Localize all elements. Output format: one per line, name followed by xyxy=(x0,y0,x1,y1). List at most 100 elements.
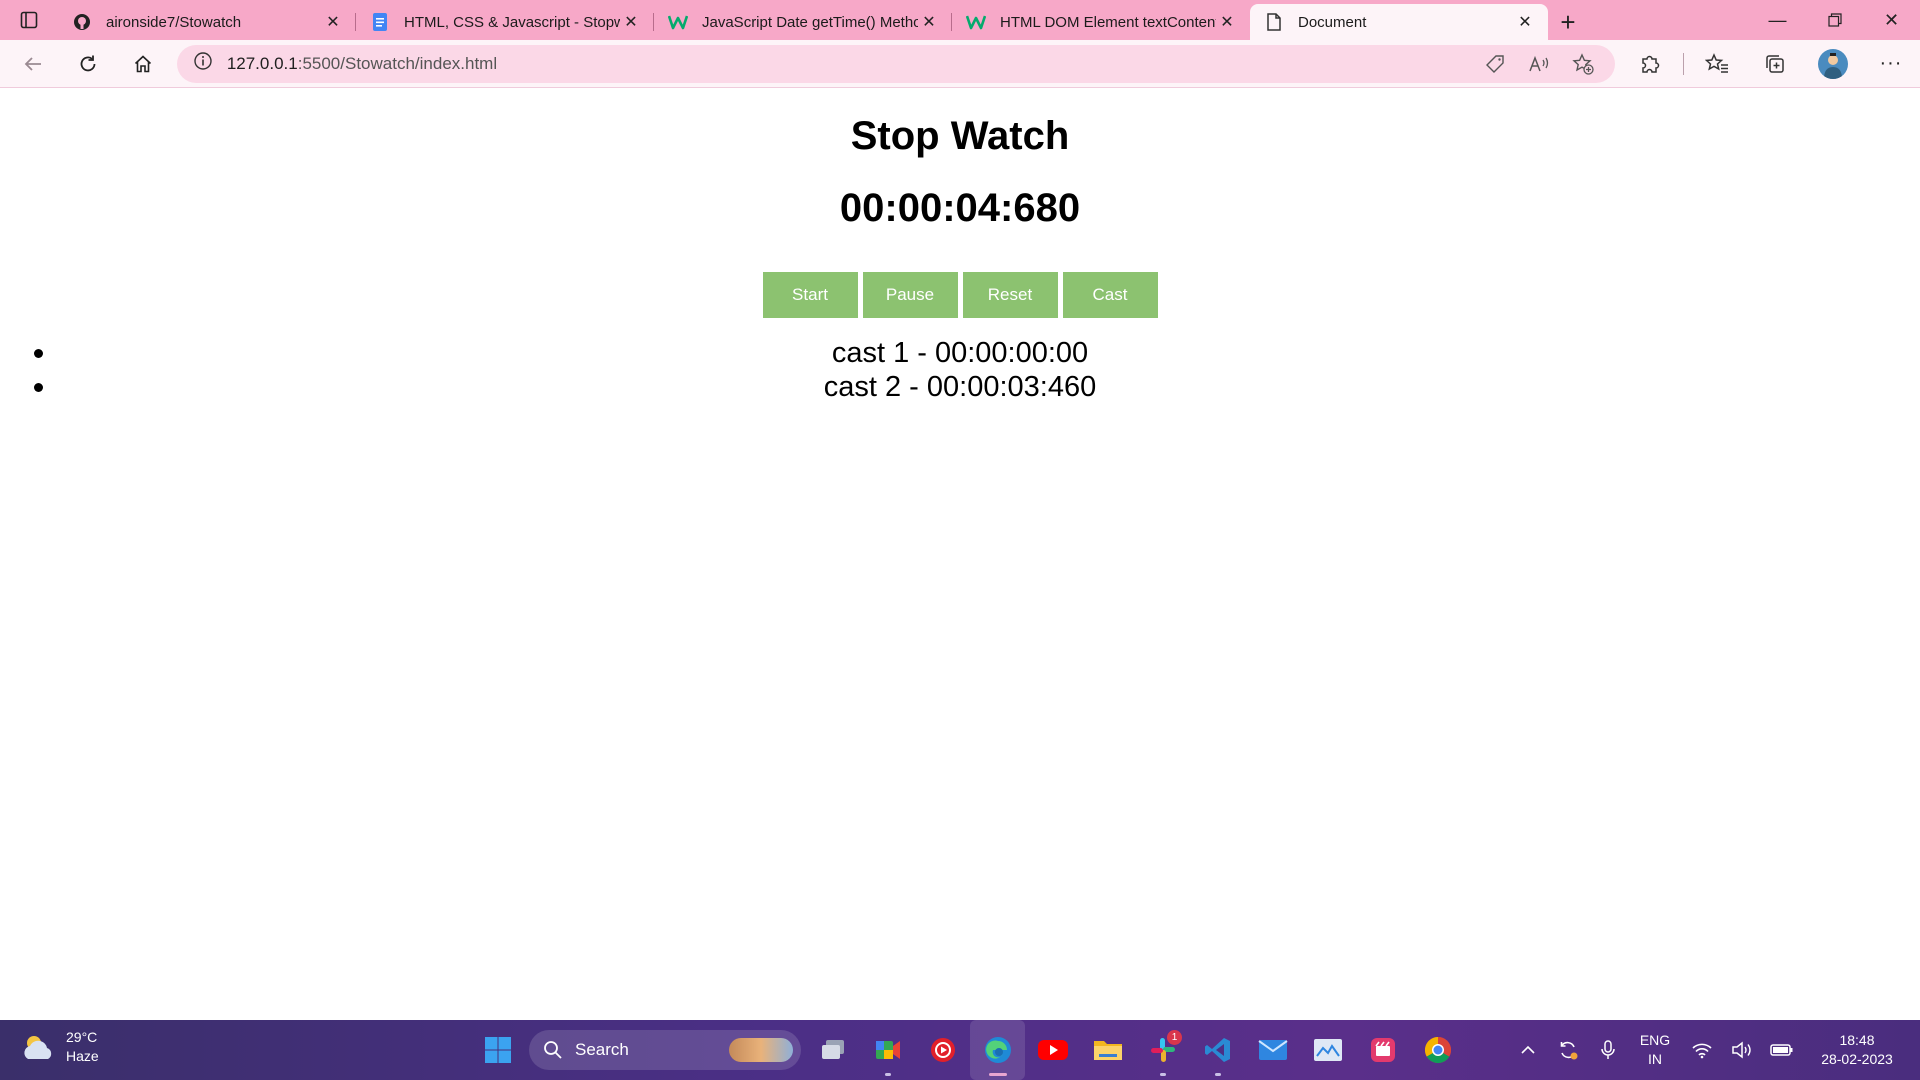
add-favorite-icon[interactable] xyxy=(1561,48,1605,80)
tab-google-docs[interactable]: HTML, CSS & Javascript - Stopwatch ✕ xyxy=(356,4,654,40)
restore-button[interactable] xyxy=(1806,0,1863,40)
reset-button[interactable]: Reset xyxy=(962,272,1058,318)
running-indicator xyxy=(988,1073,1007,1076)
search-highlight-image xyxy=(729,1038,793,1062)
toolbar-right: ··· xyxy=(1621,44,1920,84)
home-button[interactable] xyxy=(121,46,165,82)
cast-entry: cast 1 - 00:00:00:00 xyxy=(831,337,1089,369)
taskbar-file-explorer[interactable] xyxy=(1080,1020,1135,1080)
wifi-button[interactable] xyxy=(1682,1020,1722,1080)
toolbar-divider xyxy=(1682,52,1684,75)
search-icon xyxy=(544,1041,562,1059)
puzzle-icon xyxy=(1642,55,1660,73)
taskbar-clipchamp[interactable] xyxy=(1355,1020,1410,1080)
close-icon[interactable]: ✕ xyxy=(620,11,642,33)
taskbar-meet[interactable] xyxy=(860,1020,915,1080)
tab-title: JavaScript Date getTime() Method xyxy=(702,13,918,31)
close-icon[interactable]: ✕ xyxy=(918,11,940,33)
mail-icon xyxy=(1257,1040,1288,1060)
system-tray: ENG IN 18:48 28-02-2023 xyxy=(1508,1020,1920,1080)
taskbar-mail[interactable] xyxy=(1245,1020,1300,1080)
pause-button[interactable]: Pause xyxy=(862,272,958,318)
chevron-up-icon xyxy=(1521,1045,1535,1054)
tab-bar: aironside7/Stowatch ✕ HTML, CSS & Javasc… xyxy=(0,0,1920,40)
window-controls: — ✕ xyxy=(1749,0,1920,40)
taskbar-task-view[interactable] xyxy=(805,1020,860,1080)
tab-w3schools-gettime[interactable]: JavaScript Date getTime() Method ✕ xyxy=(654,4,952,40)
navigation-bar: 127.0.0.1:5500/Stowatch/index.html ··· xyxy=(0,40,1920,88)
tab-actions-icon xyxy=(20,11,38,29)
photos-icon xyxy=(1313,1039,1342,1061)
running-indicator xyxy=(1214,1073,1221,1076)
close-icon[interactable]: ✕ xyxy=(1216,11,1238,33)
input-language-button[interactable]: ENG IN xyxy=(1628,1031,1682,1069)
volume-button[interactable] xyxy=(1722,1020,1762,1080)
plus-icon: + xyxy=(1560,6,1576,37)
taskbar-chrome[interactable] xyxy=(1410,1020,1465,1080)
list-item: cast 1 - 00:00:00:00 xyxy=(0,336,1920,370)
tab-document[interactable]: Document ✕ xyxy=(1250,4,1548,40)
collections-button[interactable] xyxy=(1746,44,1804,84)
close-icon[interactable]: ✕ xyxy=(1514,11,1536,33)
start-button[interactable]: Start xyxy=(762,272,858,318)
wifi-icon xyxy=(1692,1043,1712,1059)
stopwatch-controls: Start Pause Reset Cast xyxy=(0,272,1920,318)
weather-temp: 29°C xyxy=(66,1029,98,1045)
taskbar-slack[interactable]: 1 xyxy=(1135,1020,1190,1080)
page-content: Stop Watch 00:00:04:680 Start Pause Rese… xyxy=(0,89,1920,1019)
cast-list: cast 1 - 00:00:00:00 cast 2 - 00:00:03:4… xyxy=(0,336,1920,404)
sync-status-button[interactable] xyxy=(1548,1020,1588,1080)
close-icon[interactable]: ✕ xyxy=(322,11,344,33)
w3schools-icon xyxy=(668,12,688,32)
tab-actions-button[interactable] xyxy=(0,0,58,40)
weather-widget[interactable]: 29°C Haze xyxy=(20,1028,99,1066)
folder-icon xyxy=(1093,1041,1122,1060)
favorites-button[interactable] xyxy=(1688,44,1746,84)
url-text[interactable]: 127.0.0.1:5500/Stowatch/index.html xyxy=(227,54,1473,74)
cast-button[interactable]: Cast xyxy=(1062,272,1158,318)
close-window-button[interactable]: ✕ xyxy=(1863,0,1920,40)
read-aloud-icon[interactable] xyxy=(1517,48,1561,80)
clock-time: 18:48 xyxy=(1839,1032,1875,1048)
taskbar-media-player[interactable] xyxy=(915,1020,970,1080)
running-indicator xyxy=(1159,1073,1166,1076)
taskbar-search[interactable]: Search xyxy=(529,1030,801,1070)
back-button[interactable] xyxy=(11,46,55,82)
meet-icon xyxy=(875,1041,900,1059)
chrome-icon xyxy=(1424,1036,1451,1064)
settings-more-button[interactable]: ··· xyxy=(1862,44,1920,84)
tab-w3schools-textcontent[interactable]: HTML DOM Element textContent ✕ xyxy=(952,4,1250,40)
stopwatch-display: 00:00:04:680 xyxy=(839,186,1081,230)
taskbar-photos[interactable] xyxy=(1300,1020,1355,1080)
start-button[interactable] xyxy=(470,1020,525,1080)
taskbar-youtube[interactable] xyxy=(1025,1020,1080,1080)
taskbar-vscode[interactable] xyxy=(1190,1020,1245,1080)
clock-button[interactable]: 18:48 28-02-2023 xyxy=(1802,1031,1912,1069)
refresh-button[interactable] xyxy=(66,46,110,82)
taskbar-apps: Search 1 xyxy=(470,1020,1465,1080)
show-hidden-icons-button[interactable] xyxy=(1508,1020,1548,1080)
new-tab-button[interactable]: + xyxy=(1548,4,1588,40)
minimize-button[interactable]: — xyxy=(1749,0,1806,40)
tab-strip: aironside7/Stowatch ✕ HTML, CSS & Javasc… xyxy=(58,4,1548,40)
tag-icon[interactable] xyxy=(1473,48,1517,80)
microphone-button[interactable] xyxy=(1588,1020,1628,1080)
tab-github[interactable]: aironside7/Stowatch ✕ xyxy=(58,4,356,40)
search-label: Search xyxy=(575,1040,629,1059)
profile-button[interactable] xyxy=(1804,44,1862,84)
notification-badge: 1 xyxy=(1167,1030,1182,1045)
url-path: :5500/Stowatch/index.html xyxy=(297,53,498,73)
edge-icon xyxy=(984,1037,1011,1063)
url-host: 127.0.0.1 xyxy=(226,53,298,73)
info-icon[interactable] xyxy=(193,51,213,76)
list-item: cast 2 - 00:00:03:460 xyxy=(0,370,1920,404)
page-icon xyxy=(1264,12,1284,32)
page-title: Stop Watch xyxy=(850,114,1070,158)
weather-condition: Haze xyxy=(66,1048,99,1064)
windows-icon xyxy=(484,1037,511,1063)
task-view-icon xyxy=(821,1040,844,1059)
extensions-button[interactable] xyxy=(1621,44,1679,84)
address-bar[interactable]: 127.0.0.1:5500/Stowatch/index.html xyxy=(176,44,1615,83)
taskbar-edge[interactable] xyxy=(970,1020,1025,1080)
battery-button[interactable] xyxy=(1762,1020,1802,1080)
